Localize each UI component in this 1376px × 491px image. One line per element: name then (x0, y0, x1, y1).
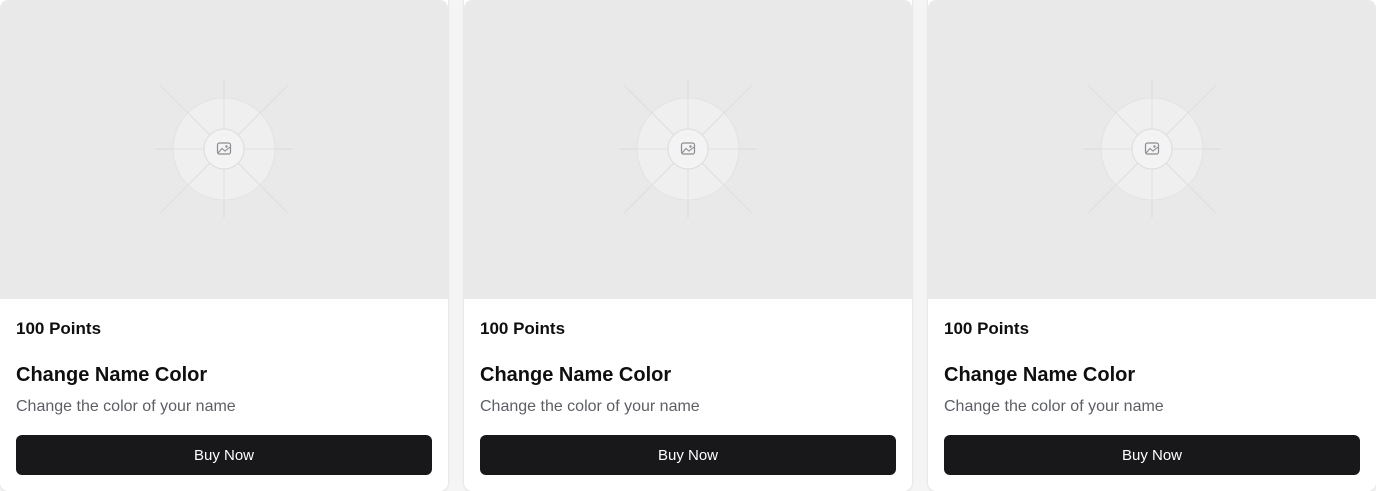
image-placeholder-icon (1083, 80, 1221, 218)
image-placeholder-icon (619, 80, 757, 218)
buy-now-button[interactable]: Buy Now (944, 435, 1360, 475)
product-image-placeholder (928, 0, 1376, 299)
product-grid: 100 Points Change Name Color Change the … (0, 0, 1376, 491)
product-description: Change the color of your name (16, 398, 236, 415)
points-cost: 100 Points (480, 319, 566, 338)
image-placeholder-icon (155, 80, 293, 218)
product-title: Change Name Color (944, 364, 1136, 386)
product-description: Change the color of your name (480, 398, 700, 415)
buy-now-button[interactable]: Buy Now (480, 435, 896, 475)
product-image-placeholder (0, 0, 448, 299)
product-title: Change Name Color (16, 364, 208, 386)
product-card: 100 Points Change Name Color Change the … (464, 0, 912, 491)
product-image-placeholder (464, 0, 912, 299)
points-cost: 100 Points (944, 319, 1030, 338)
product-card: 100 Points Change Name Color Change the … (928, 0, 1376, 491)
product-title: Change Name Color (480, 364, 672, 386)
points-cost: 100 Points (16, 319, 102, 338)
buy-now-button[interactable]: Buy Now (16, 435, 432, 475)
product-card: 100 Points Change Name Color Change the … (0, 0, 448, 491)
product-description: Change the color of your name (944, 398, 1164, 415)
